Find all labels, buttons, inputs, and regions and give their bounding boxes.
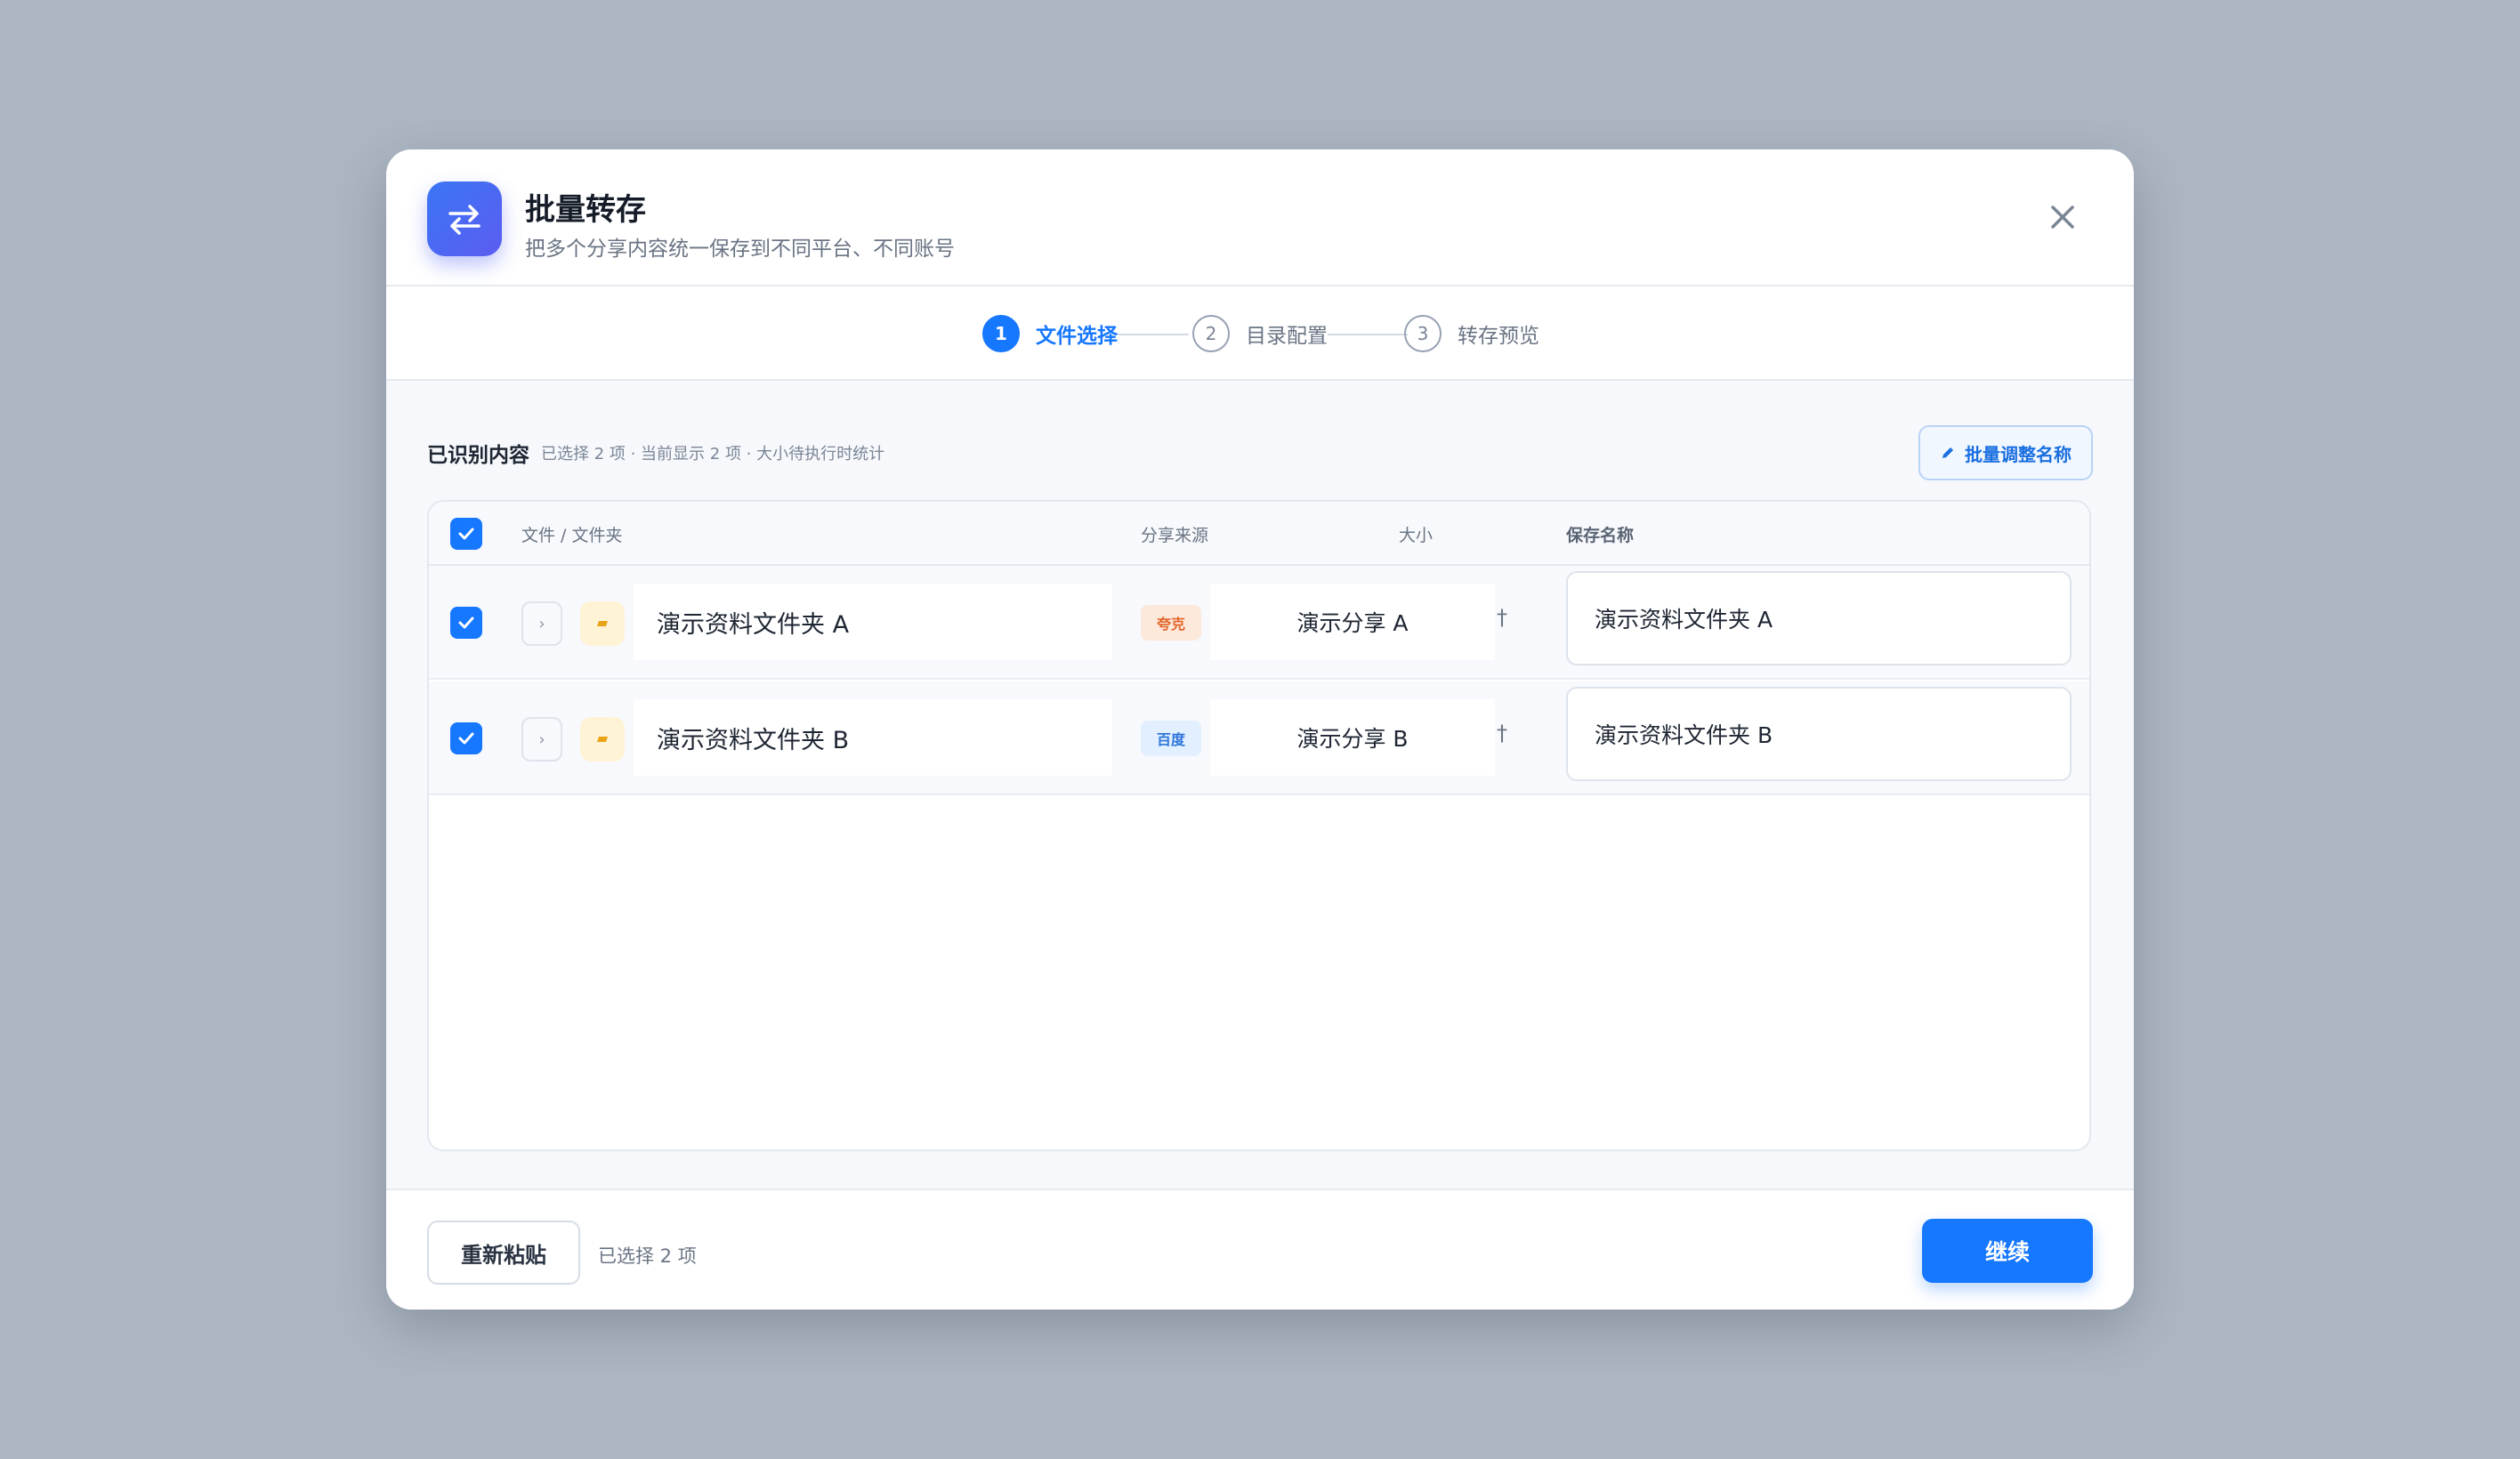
batch-rename-button[interactable]: 批量调整名称: [1918, 425, 2093, 480]
selection-status: 已选择 2 项: [598, 1245, 697, 1267]
header-file: 文件 / 文件夹: [521, 525, 623, 545]
step-number: 1: [982, 315, 1020, 352]
table-row: › 演示资料文件夹 B 百度 演示分享 B † 演示资料文件夹 B: [429, 681, 2089, 795]
save-name-input[interactable]: 演示资料文件夹 B: [1566, 687, 2072, 781]
folder-icon: [580, 717, 625, 762]
continue-button[interactable]: 继续: [1922, 1219, 2093, 1283]
step-number: 2: [1192, 315, 1230, 352]
dialog-body: 已识别内容 已选择 2 项 · 当前显示 2 项 · 大小待执行时统计 批量调整…: [386, 381, 2134, 1189]
size-value: †: [1497, 721, 1507, 746]
header-size: 大小: [1399, 525, 1434, 545]
dialog-footer: 重新粘贴 已选择 2 项 继续: [386, 1189, 2134, 1310]
select-all-checkbox[interactable]: [450, 518, 482, 550]
table-row: › 演示资料文件夹 A 夸克 演示分享 A † 演示资料文件夹 A: [429, 566, 2089, 680]
section-meta: 已选择 2 项 · 当前显示 2 项 · 大小待执行时统计: [541, 445, 885, 463]
chevron-right-icon: ›: [538, 730, 545, 749]
step-directory-config[interactable]: 2 目录配置: [1192, 286, 1328, 381]
row-checkbox[interactable]: [450, 722, 482, 754]
folder-icon: [580, 601, 625, 646]
dialog-title: 批量转存: [525, 192, 646, 228]
share-name: 演示分享 B: [1210, 699, 1495, 776]
size-value: †: [1497, 605, 1507, 630]
step-transfer-preview[interactable]: 3 转存预览: [1404, 286, 1539, 381]
step-label: 目录配置: [1246, 325, 1328, 348]
check-icon: [458, 617, 474, 629]
batch-transfer-dialog: 批量转存 把多个分享内容统一保存到不同平台、不同账号 1 文件选择 2 目录配置…: [386, 149, 2134, 1310]
transfer-arrows-icon: [427, 181, 502, 256]
step-file-select[interactable]: 1 文件选择: [982, 286, 1118, 381]
check-icon: [458, 732, 474, 745]
save-name-input[interactable]: 演示资料文件夹 A: [1566, 571, 2072, 665]
share-name: 演示分享 A: [1210, 584, 1495, 660]
file-name: 演示资料文件夹 B: [634, 699, 1112, 776]
content-table: 文件 / 文件夹 分享来源 大小 保存名称 › 演示资料文件夹 A 夸克 演示分…: [427, 500, 2091, 1151]
step-number: 3: [1404, 315, 1442, 352]
header-source: 分享来源: [1141, 525, 1209, 545]
step-label: 转存预览: [1458, 325, 1539, 348]
stepper: 1 文件选择 2 目录配置 3 转存预览: [386, 286, 2134, 381]
source-badge: 夸克: [1141, 605, 1201, 641]
file-name: 演示资料文件夹 A: [634, 584, 1112, 660]
dialog-subtitle: 把多个分享内容统一保存到不同平台、不同账号: [525, 238, 955, 261]
pencil-icon: [1942, 447, 1953, 458]
step-connector: [1328, 334, 1408, 335]
batch-rename-label: 批量调整名称: [1965, 443, 2072, 465]
row-checkbox[interactable]: [450, 607, 482, 639]
expand-button[interactable]: ›: [521, 601, 562, 646]
chevron-right-icon: ›: [538, 614, 545, 633]
step-label: 文件选择: [1036, 325, 1118, 348]
table-header: 文件 / 文件夹 分享来源 大小 保存名称: [429, 502, 2089, 566]
step-connector: [1116, 334, 1189, 335]
dialog-header: 批量转存 把多个分享内容统一保存到不同平台、不同账号: [386, 149, 2134, 286]
expand-button[interactable]: ›: [521, 717, 562, 762]
check-icon: [458, 528, 474, 540]
repaste-button[interactable]: 重新粘贴: [427, 1221, 580, 1285]
section-title: 已识别内容: [427, 444, 529, 467]
close-icon: [2051, 206, 2074, 229]
close-button[interactable]: [2045, 199, 2080, 235]
source-badge: 百度: [1141, 721, 1201, 756]
header-save-name: 保存名称: [1566, 525, 1635, 545]
